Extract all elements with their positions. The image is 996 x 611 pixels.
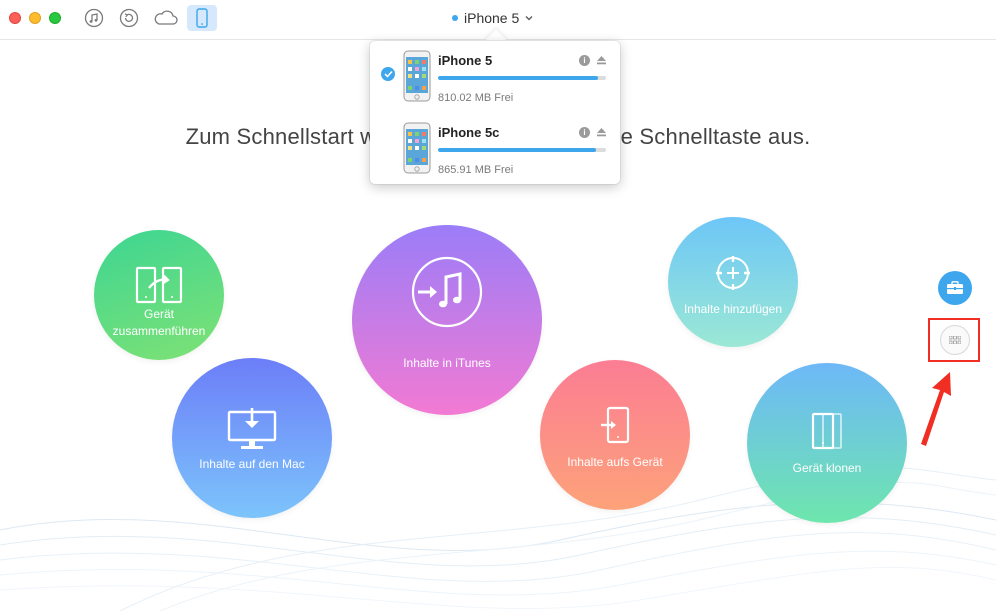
content-to-device-label: Inhalte aufs Gerät xyxy=(567,455,663,469)
storage-bar xyxy=(438,148,606,152)
red-arrow-icon xyxy=(921,372,951,446)
window-zoom-button[interactable] xyxy=(49,12,61,24)
device-tab-button[interactable] xyxy=(187,5,217,31)
device-selector[interactable]: iPhone 5 xyxy=(452,8,533,28)
device-icon xyxy=(196,8,208,28)
storage-bar xyxy=(438,76,606,80)
computer-download-icon xyxy=(227,408,277,449)
device-name: iPhone 5c xyxy=(438,125,500,140)
icloud-icon xyxy=(154,10,178,25)
free-space: 865.91 MB Frei xyxy=(438,164,514,176)
merge-label-line1: Gerät xyxy=(143,307,174,321)
itunes-transfer-icon xyxy=(411,256,483,328)
add-target-icon xyxy=(716,256,750,290)
content-to-device-button[interactable]: Inhalte aufs Gerät xyxy=(540,360,690,510)
content-to-itunes-label: Inhalte in iTunes xyxy=(403,356,491,370)
eject-icon[interactable] xyxy=(596,55,607,65)
free-space: 810.02 MB Frei xyxy=(438,92,514,104)
toolbox-button[interactable] xyxy=(938,271,972,305)
toolbox-icon xyxy=(947,281,963,294)
backup-button[interactable] xyxy=(115,6,143,30)
grid-dots-icon xyxy=(949,336,961,344)
itunes-library-button[interactable] xyxy=(80,6,108,30)
itunes-icon xyxy=(84,8,104,28)
device-status-dot xyxy=(452,15,458,21)
merge-icon xyxy=(135,266,183,304)
device-menu: iPhone 5 i 810.02 MB Frei iPhone 5c i 86… xyxy=(370,41,620,184)
more-functions-button[interactable] xyxy=(940,325,970,355)
clone-phones-icon xyxy=(811,412,842,450)
device-selector-label: iPhone 5 xyxy=(464,10,520,26)
device-name: iPhone 5 xyxy=(438,53,493,68)
clone-device-label: Gerät klonen xyxy=(792,461,862,475)
headline-left: Zum Schnellstart w xyxy=(185,124,377,149)
clone-device-button[interactable]: Gerät klonen xyxy=(747,363,907,523)
backup-icon xyxy=(119,8,139,28)
eject-icon[interactable] xyxy=(596,127,607,137)
content-to-mac-button[interactable]: Inhalte auf den Mac xyxy=(172,358,332,518)
storage-bar-fill xyxy=(438,76,598,80)
content-to-itunes-button[interactable]: Inhalte in iTunes xyxy=(352,225,542,415)
content-to-mac-label: Inhalte auf den Mac xyxy=(199,457,305,471)
merge-device-button[interactable]: Gerät zusammenführen xyxy=(94,230,224,360)
device-menu-item[interactable]: iPhone 5 i 810.02 MB Frei xyxy=(370,43,620,109)
headline-right: ne Schnelltaste aus. xyxy=(608,124,811,149)
chevron-down-icon xyxy=(525,16,533,21)
info-icon[interactable]: i xyxy=(579,55,590,66)
iphone-icon xyxy=(403,122,431,174)
window-minimize-button[interactable] xyxy=(29,12,41,24)
merge-label-line2: zusammenführen xyxy=(112,324,206,338)
window-close-button[interactable] xyxy=(9,12,21,24)
phone-import-icon xyxy=(601,406,630,444)
add-content-label: Inhalte hinzufügen xyxy=(683,302,783,316)
icloud-button[interactable] xyxy=(151,6,181,30)
selected-check-icon xyxy=(381,67,395,81)
device-menu-item[interactable]: iPhone 5c i 865.91 MB Frei xyxy=(370,115,620,181)
add-content-button[interactable]: Inhalte hinzufügen xyxy=(668,217,798,347)
iphone-icon xyxy=(403,50,431,102)
storage-bar-fill xyxy=(438,148,596,152)
info-icon[interactable]: i xyxy=(579,127,590,138)
